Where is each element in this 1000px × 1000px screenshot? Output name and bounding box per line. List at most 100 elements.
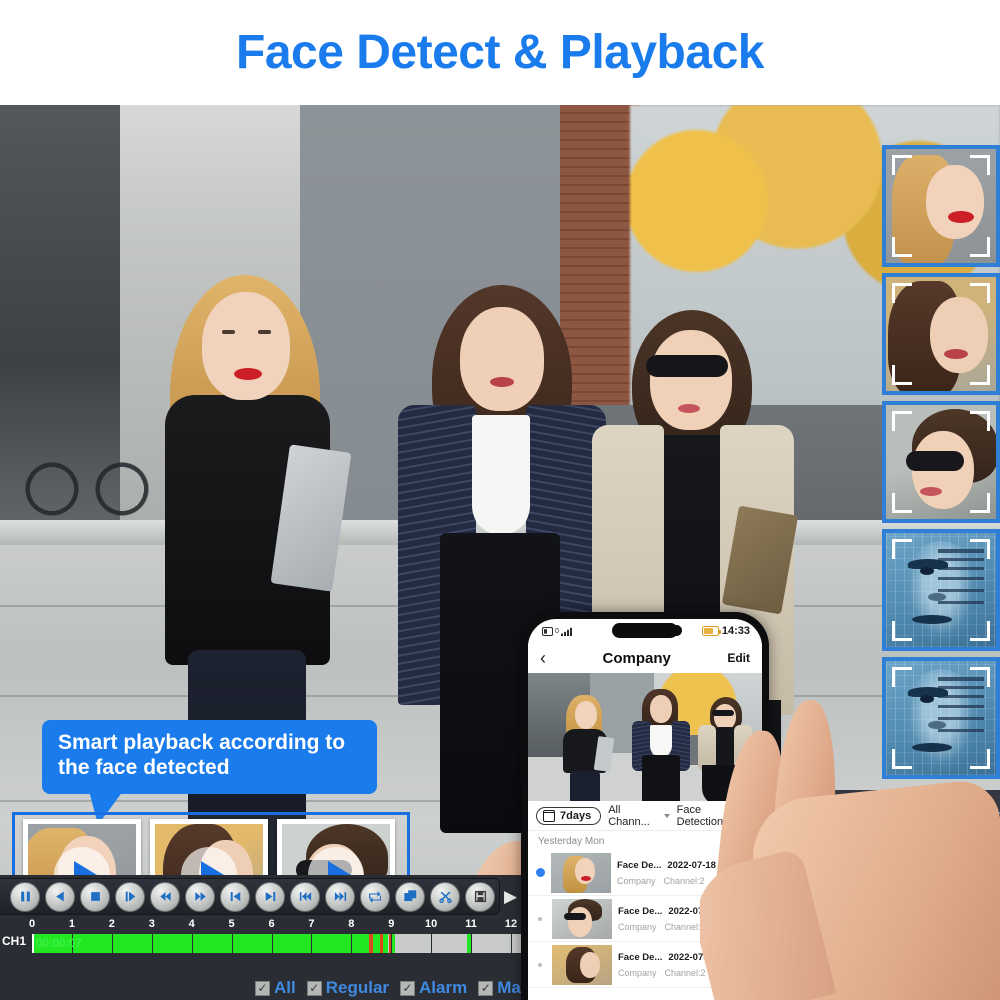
common-playback-secondary [820, 884, 1000, 926]
slow-play-button[interactable] [115, 881, 145, 912]
channel-button-3[interactable]: 3 [848, 819, 867, 841]
bracket-corner-icon [892, 749, 912, 769]
phone-video-preview[interactable] [528, 673, 762, 801]
face-scan-biometric-1[interactable] [882, 529, 1000, 651]
callout-bubble: Smart playback according to the face det… [42, 720, 377, 794]
loop-button[interactable] [360, 881, 390, 912]
signal-bars-icon [560, 627, 572, 636]
next-frame-button[interactable] [255, 881, 285, 912]
event-channel: Channel:2 [664, 921, 706, 932]
channel-button-2[interactable]: 2 [826, 819, 845, 841]
channel-filter[interactable]: All Chann... [608, 803, 670, 828]
list-scrollbar[interactable] [758, 847, 760, 909]
phone-filter-bar: 7days All Chann... Face Detection [528, 801, 762, 831]
bracket-corner-icon [892, 365, 912, 385]
timeline-zoom-30mi[interactable]: 30mi [944, 976, 1000, 998]
checkbox-icon[interactable]: ✓ [478, 980, 494, 996]
checkbox-icon[interactable]: ✓ [400, 980, 416, 996]
common-playback-panel: Common PlayBack 2345678 [820, 790, 1000, 926]
timeline-hour-divider [151, 934, 153, 953]
event-meta: Face De... 2022-07-18 20:42:32 Company Chan… [617, 859, 757, 886]
phone-nav-bar: ‹ Company Edit [528, 643, 762, 673]
event-row[interactable]: Face De... 2022-07-18 20:42:32 Company Chan… [528, 850, 762, 896]
stop-button[interactable] [80, 881, 110, 912]
channel-filter-label: All Chann... [608, 803, 650, 828]
clip-button[interactable] [430, 881, 460, 912]
chevron-left-icon[interactable]: ‹ [540, 649, 546, 667]
bracket-corner-icon [970, 411, 990, 431]
face-thumb-sunglasses[interactable] [882, 401, 1000, 523]
event-row[interactable]: Face De... 2022-07-18 20:42:32 Company Chan… [528, 942, 762, 988]
previous-frame-button[interactable] [220, 881, 250, 912]
event-group: Company [617, 875, 656, 886]
timeline-current-time: 00:00:07 [36, 936, 82, 950]
record-type-regular[interactable]: ✓ Regular [306, 978, 389, 998]
event-thumbnail[interactable] [552, 944, 612, 985]
record-type-ma[interactable]: ✓ Ma [478, 978, 521, 998]
chevron-right-icon[interactable]: ▶ [504, 887, 517, 907]
date-range-filter[interactable]: 7days [536, 806, 602, 825]
checkbox-icon[interactable]: ✓ [306, 980, 322, 996]
timeline-hour-divider [191, 934, 193, 953]
channel-button-7[interactable]: 7 [936, 819, 955, 841]
timeline-hour-divider [910, 934, 912, 953]
checkbox-icon[interactable]: ✓ [255, 980, 270, 996]
calendar-icon [542, 809, 555, 822]
next-file-button[interactable] [325, 881, 355, 912]
timeline-tick-5: 5 [228, 918, 235, 930]
search-button[interactable] [936, 852, 994, 874]
timeline-bar[interactable] [32, 934, 990, 953]
timeline-recorded-segment [392, 934, 396, 953]
channel-button-5[interactable]: 5 [892, 819, 911, 841]
channel-button-6[interactable]: 6 [914, 819, 933, 841]
bracket-corner-icon [892, 493, 912, 513]
bracket-corner-icon [970, 621, 990, 641]
previous-file-button[interactable] [290, 881, 320, 912]
timeline-cursor[interactable] [32, 934, 34, 953]
pause-button[interactable] [10, 881, 40, 912]
event-timestamp: 2022-07-18 20:42:32 [668, 905, 758, 917]
timeline-hour-divider [391, 934, 393, 953]
edit-button[interactable]: Edit [727, 651, 750, 665]
record-type-all[interactable]: ✓ All [255, 978, 296, 998]
event-row[interactable]: Face De... 2022-07-18 20:42:32 Company Chan… [528, 896, 762, 942]
bracket-corner-icon [970, 365, 990, 385]
face-scan-biometric-2[interactable] [882, 657, 1000, 779]
multi-window-button[interactable] [395, 881, 425, 912]
fast-forward-button[interactable] [185, 881, 215, 912]
timeline-hour-divider [271, 934, 273, 953]
rewind-button[interactable] [150, 881, 180, 912]
bracket-corner-icon [970, 539, 990, 559]
face-thumb-brunette-smiling[interactable] [882, 273, 1000, 395]
event-thumbnail[interactable] [551, 852, 611, 893]
event-type: Face De... [618, 905, 663, 917]
backup-button[interactable] [465, 881, 495, 912]
bracket-corner-icon [970, 749, 990, 769]
event-thumbnail[interactable] [552, 898, 612, 939]
event-meta: Face De... 2022-07-18 20:42:32 Company Chan… [618, 905, 758, 932]
dvr-toolbar: ▶ [0, 878, 517, 915]
timeline-tick-0: 0 [28, 918, 36, 930]
channel-button-8[interactable]: 8 [958, 819, 977, 841]
event-group: Company [618, 921, 657, 932]
event-timestamp: 2022-07-18 20:42:32 [668, 951, 758, 963]
chevron-down-icon [663, 813, 670, 818]
face-thumb-blonde-laughing[interactable] [882, 145, 1000, 267]
bracket-corner-icon [970, 283, 990, 303]
record-type-alarm[interactable]: ✓ Alarm [400, 978, 467, 998]
timeline-recorded-segment [373, 934, 381, 953]
bracket-corner-icon [892, 539, 912, 559]
battery-icon [701, 626, 721, 636]
timeline-zoom-1hr[interactable]: 1hr [889, 976, 944, 998]
event-list[interactable]: Yesterday Mon Face De... 2022-07-18 20:42… [528, 831, 762, 1000]
swap-button[interactable] [936, 892, 994, 914]
timeline-zoom-2hr[interactable]: 2hr [834, 976, 889, 998]
channel-button-4[interactable]: 4 [870, 819, 889, 841]
event-channel: Channel:2 [664, 967, 706, 978]
bracket-corner-icon [892, 283, 912, 303]
detection-type-filter[interactable]: Face Detection [677, 804, 754, 828]
common-playback-title: Common PlayBack [820, 790, 1000, 812]
event-selected-dot [536, 868, 545, 877]
event-type: Face De... [617, 859, 662, 871]
reverse-play-button[interactable] [45, 881, 75, 912]
